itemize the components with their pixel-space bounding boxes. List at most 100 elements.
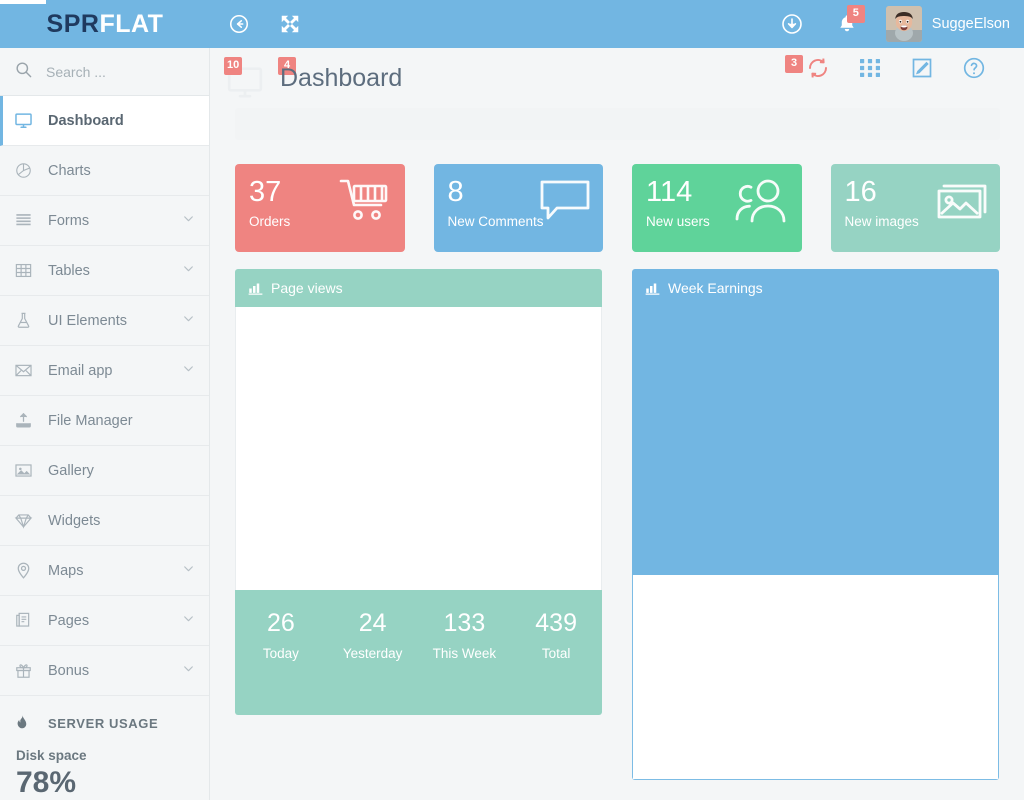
sidebar-item-gallery[interactable]: Gallery [0,446,209,496]
chevron-down-icon [182,362,195,379]
sidebar-collapse-button[interactable] [228,13,250,35]
stat-card-new-users[interactable]: 114 New users [632,164,802,252]
week-earnings-panel-header: Week Earnings [632,269,999,307]
stat-cards-row: 37 Orders 8 New Comments 114 New users 1… [235,164,1000,252]
search-icon [14,60,33,84]
brand-logo[interactable]: SPR FLAT [0,0,210,48]
comment-icon [539,178,591,229]
panel-title: Page views [271,280,343,296]
stat-label: This Week [432,646,497,661]
pie-chart-icon [14,161,40,180]
stat-number: 26 [266,609,295,637]
sidebar-item-widgets[interactable]: Widgets [0,496,209,546]
images-icon [932,178,988,229]
page-views-summary: 26 Today 24 Yesterday 133 This Week 439 … [235,590,602,715]
page-header: 10 4 Dashboard 3 [211,48,1024,108]
stat-number: 439 [535,609,577,637]
week-earnings-body [632,575,999,780]
disk-space-label: Disk space [16,748,87,763]
grid-icon [858,56,882,85]
download-button[interactable] [780,12,804,36]
sidebar-item-bonus[interactable]: Bonus [0,646,209,696]
week-earnings-chart-canvas [632,307,999,575]
help-icon [962,56,986,85]
lines-icon [14,211,40,230]
table-icon [14,261,40,280]
page-views-panel-header: Page views [235,269,602,307]
server-usage-label: SERVER USAGE [48,715,159,731]
stat-card-new-images[interactable]: 16 New images [830,164,1000,252]
sidebar-item-label: Widgets [48,512,101,529]
sidebar-item-tables[interactable]: Tables [0,246,209,296]
week-earnings-panel: Week Earnings [632,269,999,780]
monitor-icon [14,111,40,130]
sidebar-search-row[interactable] [0,48,209,96]
shopping-cart-icon [339,178,393,229]
avatar[interactable] [885,6,922,42]
stat-number: 24 [358,609,387,637]
chevron-down-icon [182,262,195,279]
grid-button[interactable] [858,56,882,85]
sidebar-item-label: Forms [48,212,90,229]
sidebar-item-label: Tables [48,262,90,279]
sidebar-item-label: File Manager [48,412,133,429]
username-label[interactable]: SuggeElson [932,16,1010,32]
stat-card-orders[interactable]: 37 Orders [235,164,405,252]
page-views-stat: 26 Today [235,608,327,715]
gift-icon [14,661,40,680]
chevron-down-icon [182,562,195,579]
stat-label: Today [262,646,299,661]
topbar-right-group: 5 SuggeElson [780,0,1024,48]
disk-space-percent: 78% [16,766,77,799]
main-content: 10 4 Dashboard 3 37 Orders 8 New Comment… [211,48,1024,800]
stat-card-new-comments[interactable]: 8 New Comments [433,164,603,252]
sidebar-item-file-manager[interactable]: File Manager [0,396,209,446]
map-pin-icon [14,561,40,580]
sidebar-item-pages[interactable]: Pages [0,596,209,646]
bar-chart-icon [248,281,263,296]
page-views-chart-canvas [235,307,602,590]
sidebar-item-label: Bonus [48,662,90,679]
page-badge-left: 10 [224,57,243,75]
bar-chart-icon [645,281,660,296]
search-input[interactable] [46,63,186,80]
panel-title: Week Earnings [668,280,763,296]
flame-icon [14,713,40,733]
sidebar-item-forms[interactable]: Forms [0,196,209,246]
panels-row: Page views 26 Today 24 Yesterday 133 Thi… [235,269,1000,780]
sidebar-item-charts[interactable]: Charts [0,146,209,196]
notification-badge: 5 [846,5,865,23]
diamond-icon [14,511,40,530]
sidebar-item-dashboard[interactable]: Dashboard [0,96,209,146]
sidebar-item-email-app[interactable]: Email app [0,346,209,396]
chevron-down-icon [182,662,195,679]
sidebar-item-label: Email app [48,362,113,379]
upload-icon [14,411,40,430]
page-title: Dashboard [280,64,403,92]
fullscreen-button[interactable] [279,13,301,35]
notifications-button[interactable]: 5 [836,5,865,35]
flask-icon [14,311,40,330]
image-icon [14,461,40,480]
sidebar-item-label: Maps [48,562,84,579]
chevron-down-icon [182,212,195,229]
help-button[interactable] [962,56,986,85]
sidebar-item-label: Pages [48,612,90,629]
breadcrumb-placeholder [235,108,1000,140]
sidebar-item-label: Dashboard [48,112,124,129]
server-usage-heading: SERVER USAGE [0,698,209,748]
sidebar-item-ui-elements[interactable]: UI Elements [0,296,209,346]
sidebar: Dashboard Charts Forms [0,48,210,800]
brand-logo-part2: FLAT [99,9,164,38]
edit-button[interactable] [910,56,934,85]
refresh-badge: 3 [785,55,803,73]
page-toolbar: 3 [785,55,986,85]
sidebar-item-maps[interactable]: Maps [0,546,209,596]
users-icon [732,178,790,229]
stat-label: Yesterday [342,646,403,661]
disk-space-block: Disk space 78% [0,748,209,798]
stat-label: Total [541,646,571,661]
refresh-button[interactable]: 3 [785,55,830,85]
topbar-notch [0,0,46,4]
sidebar-item-label: Gallery [48,462,94,479]
